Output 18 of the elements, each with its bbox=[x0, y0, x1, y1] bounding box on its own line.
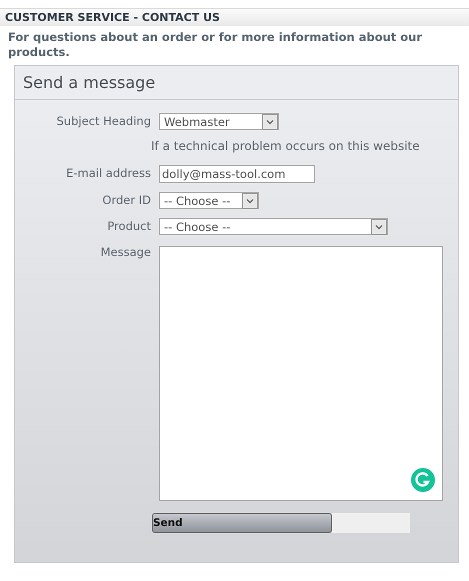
field-label: Message bbox=[100, 244, 152, 260]
intro-text: For questions about an order or for more information about our products. bbox=[7, 29, 424, 60]
chevron-down-icon bbox=[262, 114, 278, 130]
dropdown[interactable]: -- Choose -- bbox=[159, 192, 259, 209]
page-title: CUSTOMER SERVICE - CONTACT US bbox=[0, 8, 469, 26]
grammar-badge-icon bbox=[411, 468, 435, 492]
message-field[interactable] bbox=[159, 246, 443, 501]
field-label: Product bbox=[106, 218, 152, 234]
hint-text: If a technical problem occurs on this website bbox=[151, 139, 420, 153]
dropdown[interactable]: -- Choose -- bbox=[159, 218, 388, 235]
chevron-down-icon bbox=[371, 218, 387, 234]
field-label: Order ID bbox=[101, 192, 152, 208]
dropdown[interactable]: Webmaster bbox=[159, 113, 279, 130]
chevron-down-icon bbox=[242, 192, 258, 208]
email-field[interactable]: dolly@mass-tool.com bbox=[159, 165, 315, 183]
field-label: E-mail address bbox=[65, 165, 152, 181]
send-button[interactable]: Send bbox=[152, 513, 332, 533]
field-label: Subject Heading bbox=[56, 113, 152, 129]
